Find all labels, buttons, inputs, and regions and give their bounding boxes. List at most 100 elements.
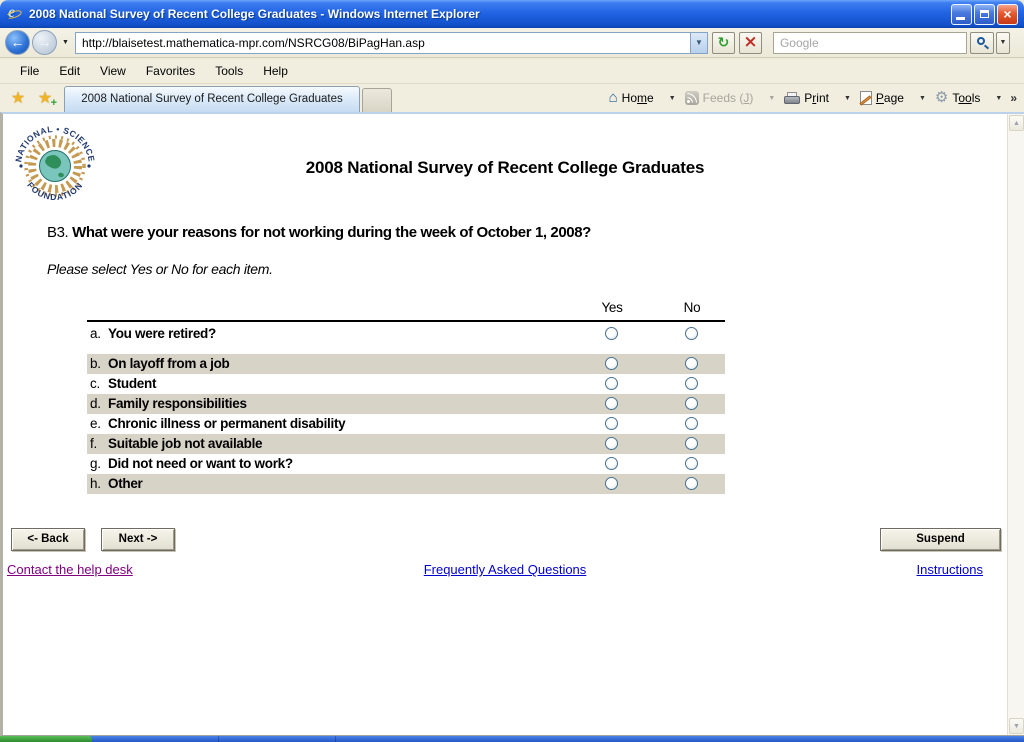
question-instruction: Please select Yes or No for each item.	[47, 261, 273, 277]
scroll-track[interactable]	[1008, 132, 1024, 717]
home-icon: ⌂	[609, 91, 618, 105]
table-row: c.Student	[87, 374, 725, 394]
restore-icon	[980, 10, 989, 18]
menu-view[interactable]: View	[90, 61, 136, 81]
search-input[interactable]	[773, 32, 967, 54]
stop-button[interactable]: ×	[739, 32, 762, 54]
home-button[interactable]: ⌂ Home	[605, 88, 658, 108]
table-row: b.On layoff from a job	[87, 354, 725, 374]
table-row: g.Did not need or want to work?	[87, 454, 725, 474]
minimize-icon	[956, 17, 965, 20]
menu-help[interactable]: Help	[253, 61, 298, 81]
home-dropdown-icon[interactable]: ▼	[666, 95, 679, 102]
page-content: NATIONAL • SCIENCE FOUNDATION 2008 Natio…	[0, 112, 1024, 736]
radio-no[interactable]	[685, 437, 698, 450]
start-button-sliver[interactable]	[0, 736, 92, 742]
radio-yes[interactable]	[605, 417, 618, 430]
table-row: a.You were retired?	[87, 324, 725, 344]
search-button[interactable]	[970, 32, 994, 54]
radio-no[interactable]	[685, 477, 698, 490]
feeds-button[interactable]: Feeds (J)	[681, 88, 758, 108]
refresh-icon: ↻	[718, 35, 730, 51]
question-number: B3.	[47, 224, 68, 241]
menu-favorites[interactable]: Favorites	[136, 61, 205, 81]
radio-yes[interactable]	[605, 377, 618, 390]
radio-yes[interactable]	[605, 397, 618, 410]
radio-yes[interactable]	[605, 357, 618, 370]
url-dropdown-button[interactable]: ▼	[690, 32, 708, 54]
radio-yes[interactable]	[605, 477, 618, 490]
history-dropdown-icon[interactable]: ▼	[62, 39, 69, 46]
table-row: d.Family responsibilities	[87, 394, 725, 414]
window-titlebar: e 2008 National Survey of Recent College…	[0, 0, 1024, 28]
page-button[interactable]: Page	[856, 88, 908, 108]
menu-edit[interactable]: Edit	[49, 61, 90, 81]
search-dropdown-button[interactable]: ▼	[996, 32, 1010, 54]
back-nav-button[interactable]: ←	[5, 30, 30, 55]
print-icon	[784, 92, 800, 105]
survey-table: Yes No a.You were retired? b.On layoff f…	[87, 300, 725, 498]
gear-icon: ⚙	[935, 91, 948, 105]
question-line: B3. What were your reasons for not worki…	[47, 224, 591, 241]
address-bar: ← → ▼ ▼ ↻ × ▼	[0, 28, 1024, 58]
browser-window: e 2008 National Survey of Recent College…	[0, 0, 1024, 742]
radio-no[interactable]	[685, 457, 698, 470]
table-row: f.Suitable job not available	[87, 434, 725, 454]
instructions-link[interactable]: Instructions	[917, 562, 983, 577]
radio-no[interactable]	[685, 357, 698, 370]
faq-link[interactable]: Frequently Asked Questions	[424, 562, 587, 577]
window-controls: ×	[951, 4, 1018, 25]
menu-bar: File Edit View Favorites Tools Help	[0, 59, 1024, 84]
radio-yes[interactable]	[605, 437, 618, 450]
suspend-button[interactable]: Suspend	[880, 528, 1001, 551]
minimize-button[interactable]	[951, 4, 972, 25]
stop-icon: ×	[743, 32, 757, 52]
tools-dropdown-icon[interactable]: ▼	[992, 95, 1005, 102]
question-text: What were your reasons for not working d…	[72, 224, 591, 241]
next-button[interactable]: Next ->	[101, 528, 175, 551]
tab-bar: ★ ★+ 2008 National Survey of Recent Coll…	[0, 84, 1024, 112]
refresh-button[interactable]: ↻	[712, 32, 735, 54]
radio-no[interactable]	[685, 377, 698, 390]
menu-tools[interactable]: Tools	[205, 61, 253, 81]
tools-button[interactable]: ⚙ Tools	[931, 88, 984, 108]
table-row: e.Chronic illness or permanent disabilit…	[87, 414, 725, 434]
back-button[interactable]: <- Back	[11, 528, 85, 551]
radio-no[interactable]	[685, 327, 698, 340]
print-dropdown-icon[interactable]: ▼	[841, 95, 854, 102]
column-header-yes: Yes	[587, 300, 637, 315]
radio-no[interactable]	[685, 397, 698, 410]
toolbar-overflow-chevron[interactable]: »	[1007, 91, 1020, 105]
page-dropdown-icon[interactable]: ▼	[916, 95, 929, 102]
add-favorite-icon[interactable]: ★+	[33, 88, 57, 110]
page-title: 2008 National Survey of Recent College G…	[3, 158, 1007, 178]
table-row: h.Other	[87, 474, 725, 494]
search-icon	[977, 37, 985, 45]
command-bar: ⌂ Home ▼ Feeds (J) ▼ Print ▼	[605, 84, 1020, 112]
new-tab-button[interactable]	[362, 88, 392, 112]
taskbar-sliver	[0, 736, 1024, 742]
menu-file[interactable]: File	[10, 61, 49, 81]
close-button[interactable]: ×	[997, 4, 1018, 25]
footer-links: Contact the help desk Frequently Asked Q…	[3, 562, 1007, 580]
column-header-no: No	[667, 300, 717, 315]
restore-button[interactable]	[974, 4, 995, 25]
radio-no[interactable]	[685, 417, 698, 430]
scroll-down-button[interactable]: ▼	[1009, 718, 1024, 734]
vertical-scrollbar[interactable]: ▲ ▼	[1007, 114, 1024, 735]
radio-yes[interactable]	[605, 457, 618, 470]
window-title: 2008 National Survey of Recent College G…	[29, 7, 945, 21]
close-icon: ×	[998, 5, 1017, 24]
radio-yes[interactable]	[605, 327, 618, 340]
internet-explorer-icon: e	[6, 5, 24, 23]
page-icon	[860, 91, 872, 105]
print-button[interactable]: Print	[780, 88, 833, 108]
active-tab[interactable]: 2008 National Survey of Recent College G…	[64, 86, 360, 112]
header-rule	[87, 320, 725, 322]
feeds-dropdown-icon[interactable]: ▼	[765, 95, 778, 102]
favorites-star-icon[interactable]: ★	[6, 88, 30, 110]
forward-nav-button[interactable]: →	[32, 30, 57, 55]
feeds-icon	[685, 91, 699, 105]
url-input[interactable]	[75, 32, 690, 54]
scroll-up-button[interactable]: ▲	[1009, 115, 1024, 131]
